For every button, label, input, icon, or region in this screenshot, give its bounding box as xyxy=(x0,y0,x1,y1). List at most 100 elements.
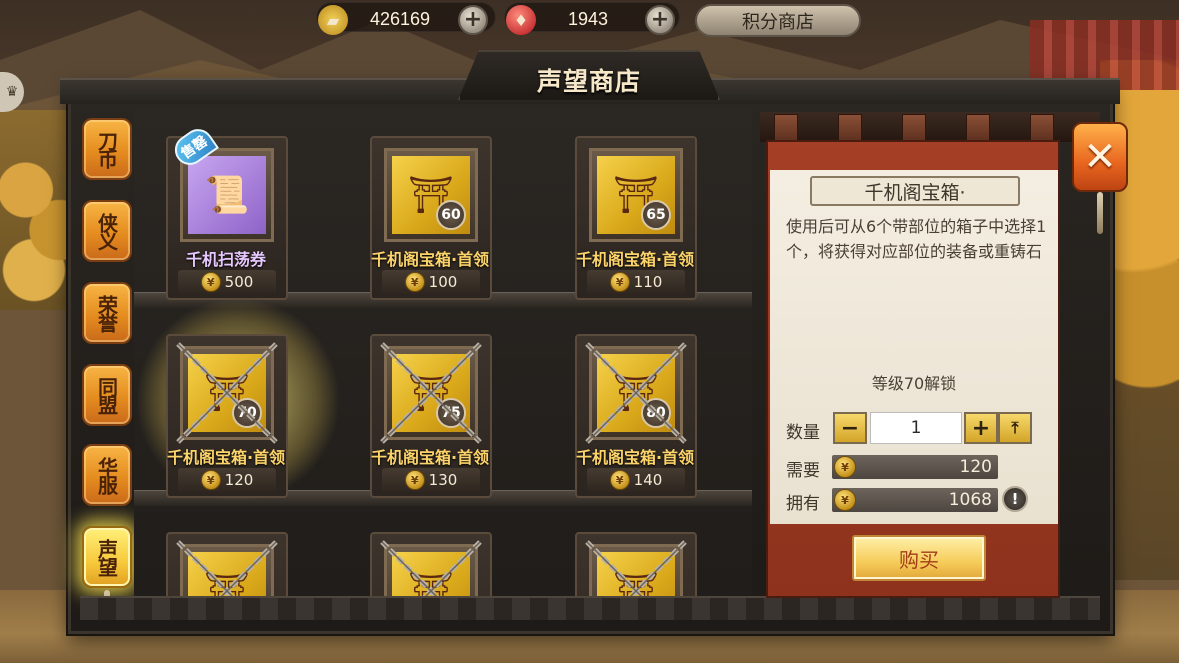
level-badge: 60 xyxy=(436,200,466,230)
tab-5[interactable]: 华服 xyxy=(82,444,132,506)
treasure-box-icon: ⛩ 65 xyxy=(597,156,675,234)
shop-item[interactable]: ⛩ xyxy=(352,508,508,598)
own-value: 1068 xyxy=(832,488,998,512)
buy-button[interactable]: 购买 xyxy=(852,535,986,581)
gold-ingot-icon: ▰ xyxy=(318,5,348,35)
page-title: 声望商店 xyxy=(536,67,641,96)
item-name: 千机阁宝箱·首领 xyxy=(575,250,695,269)
treasure-box-icon: ⛩ xyxy=(597,552,675,598)
shop-grid: 📜 售罄 千机扫荡券 ¥500 ⛩ 60 千机阁宝箱·首领 ¥100 ⛩ 65 千机阁宝箱·首领 ¥1… xyxy=(134,108,752,598)
tab-label: 侠义 xyxy=(94,213,119,249)
shop-item[interactable]: ⛩ 75 千机阁宝箱·首领 ¥130 xyxy=(352,310,508,498)
close-button[interactable]: ✕ xyxy=(1072,122,1128,192)
shop-item[interactable]: 📜 售罄 千机扫荡券 ¥500 xyxy=(148,112,304,300)
price-value: 140 xyxy=(633,471,663,489)
detail-title: 千机阁宝箱· xyxy=(810,176,1020,206)
tab-4[interactable]: 同盟 xyxy=(82,364,132,426)
quantity-label: 数量 xyxy=(786,423,820,443)
close-icon: ✕ xyxy=(1083,134,1117,180)
chest-icon: ⛩ xyxy=(408,571,454,598)
item-name: 千机阁宝箱·首领 xyxy=(370,448,490,467)
price-value: 120 xyxy=(224,471,254,489)
chest-icon: ⛩ xyxy=(204,571,250,598)
unlock-requirement: 等级70解锁 xyxy=(871,374,957,393)
shop-item[interactable]: ⛩ 65 千机阁宝箱·首领 ¥110 xyxy=(557,112,713,300)
price-value: 130 xyxy=(428,471,458,489)
tab-label: 声望 xyxy=(94,539,119,575)
shop-item[interactable]: ⛩ 60 千机阁宝箱·首领 ¥100 xyxy=(352,112,508,300)
level-badge: 65 xyxy=(641,200,671,230)
item-card: ⛩ 80 xyxy=(589,346,683,440)
reputation-coin-icon: ¥ xyxy=(404,470,425,490)
reputation-coin-icon: ¥ xyxy=(834,489,856,511)
shop-item[interactable]: ⛩ xyxy=(557,508,713,598)
item-price: ¥100 xyxy=(382,270,480,294)
scroll-icon: 📜 xyxy=(204,175,250,216)
item-card: ⛩ xyxy=(180,544,274,598)
item-name: 千机阁宝箱·首领 xyxy=(166,448,286,467)
reputation-coin-icon: ¥ xyxy=(609,272,630,292)
tab-3[interactable]: 荣誉 xyxy=(82,282,132,344)
detail-description: 使用后可从6个带部位的箱子中选择1个，将获得对应部位的装备或重铸石 xyxy=(786,217,1047,261)
treasure-box-icon: ⛩ xyxy=(188,552,266,598)
quantity-input[interactable]: 1 xyxy=(870,412,962,444)
reputation-coin-icon: ¥ xyxy=(404,272,425,292)
item-card: ⛩ 75 xyxy=(384,346,478,440)
gem-amount: 1943 xyxy=(568,9,609,29)
level-badge: 80 xyxy=(641,398,671,428)
need-value: 120 xyxy=(832,455,998,479)
item-price: ¥120 xyxy=(178,468,276,492)
price-value: 110 xyxy=(633,273,663,291)
need-label: 需要 xyxy=(786,461,820,481)
tab-label: 荣誉 xyxy=(94,295,119,331)
frame-bottom-border xyxy=(80,596,1100,620)
level-badge: 75 xyxy=(436,398,466,428)
tab-6[interactable]: 声望 xyxy=(82,526,132,588)
treasure-box-icon: ⛩ 70 xyxy=(188,354,266,432)
chest-icon: ⛩ xyxy=(613,571,659,598)
quantity-minus-button[interactable]: − xyxy=(833,412,867,444)
gold-amount: 426169 xyxy=(370,9,431,29)
max-arrow-icon: ⤒ xyxy=(1011,418,1019,437)
shop-item[interactable]: ⛩ 70 千机阁宝箱·首领 ¥120 xyxy=(138,300,338,500)
treasure-box-icon: ⛩ xyxy=(392,552,470,598)
item-card: ⛩ 60 xyxy=(384,148,478,242)
points-shop-button[interactable]: 积分商店 xyxy=(695,4,861,37)
add-gem-button[interactable]: + xyxy=(645,5,675,35)
quantity-plus-button[interactable]: + xyxy=(964,412,998,444)
item-price: ¥110 xyxy=(587,270,685,294)
shop-item[interactable]: ⛩ 80 千机阁宝箱·首领 ¥140 xyxy=(557,310,713,498)
item-name: 千机阁宝箱·首领 xyxy=(370,250,490,269)
item-price: ¥140 xyxy=(587,468,685,492)
tab-label: 同盟 xyxy=(94,377,119,413)
tab-2[interactable]: 侠义 xyxy=(82,200,132,262)
red-gem-icon: ♦ xyxy=(506,5,536,35)
tab-label: 刀币 xyxy=(94,131,119,167)
item-card: ⛩ xyxy=(589,544,683,598)
reputation-coin-icon: ¥ xyxy=(200,272,221,292)
price-value: 500 xyxy=(224,273,254,291)
quantity-max-button[interactable]: ⤒ xyxy=(998,412,1032,444)
add-gold-button[interactable]: + xyxy=(458,5,488,35)
item-price: ¥130 xyxy=(382,468,480,492)
sweep-ticket-icon: 📜 xyxy=(188,156,266,234)
item-name: 千机扫荡券 xyxy=(185,250,266,269)
own-label: 拥有 xyxy=(786,494,820,514)
item-card: ⛩ 70 xyxy=(180,346,274,440)
item-card: ⛩ xyxy=(384,544,478,598)
treasure-box-icon: ⛩ 75 xyxy=(392,354,470,432)
item-card: ⛩ 65 xyxy=(589,148,683,242)
reputation-coin-icon: ¥ xyxy=(609,470,630,490)
reputation-coin-icon: ¥ xyxy=(834,456,856,478)
item-price: ¥500 xyxy=(178,270,276,294)
treasure-box-icon: ⛩ 80 xyxy=(597,354,675,432)
item-name: 千机阁宝箱·首领 xyxy=(575,448,695,467)
close-tassel xyxy=(1097,192,1103,234)
tab-1[interactable]: 刀币 xyxy=(82,118,132,180)
level-badge: 70 xyxy=(232,398,262,428)
info-icon[interactable]: ! xyxy=(1002,486,1028,512)
price-value: 100 xyxy=(428,273,458,291)
reputation-coin-icon: ¥ xyxy=(200,470,221,490)
tab-label: 华服 xyxy=(94,457,119,493)
shop-item[interactable]: ⛩ xyxy=(148,508,304,598)
